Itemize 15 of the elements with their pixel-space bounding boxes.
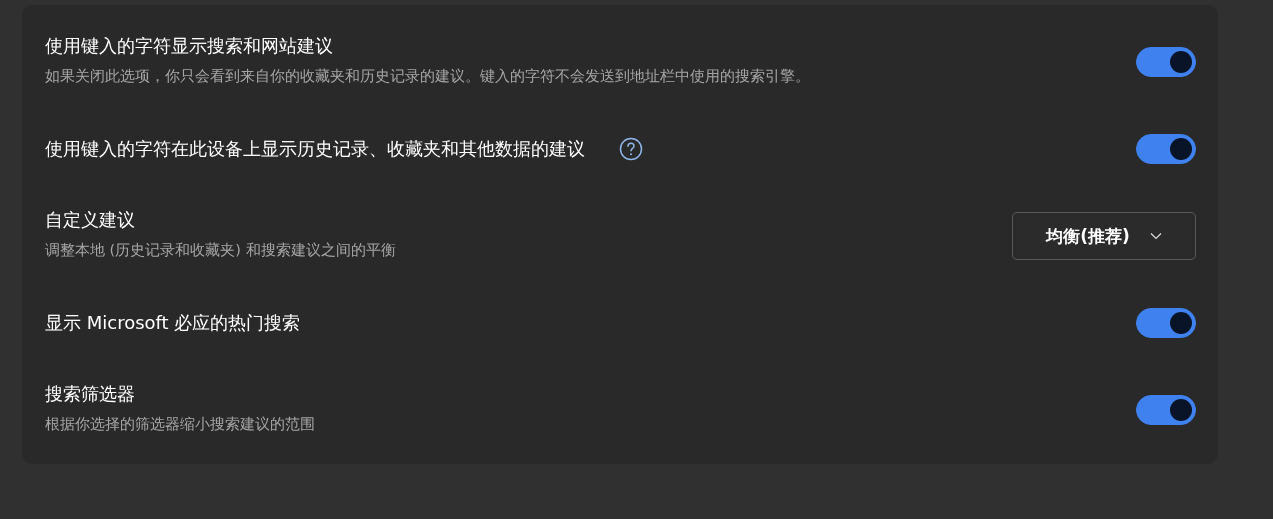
dropdown[interactable]: 均衡(推荐) <box>1012 212 1196 260</box>
setting-title: 使用键入的字符在此设备上显示历史记录、收藏夹和其他数据的建议 <box>45 137 585 161</box>
toggle-switch[interactable] <box>1136 47 1196 77</box>
setting-description: 根据你选择的筛选器缩小搜索建议的范围 <box>45 415 315 434</box>
help-icon[interactable] <box>619 137 643 161</box>
setting-description: 调整本地 (历史记录和收藏夹) 和搜索建议之间的平衡 <box>45 241 396 260</box>
chevron-down-icon <box>1149 232 1162 240</box>
setting-description: 如果关闭此选项，你只会看到来自你的收藏夹和历史记录的建议。键入的字符不会发送到地址栏中使用的搜索引擎。 <box>45 67 810 86</box>
setting-title: 使用键入的字符显示搜索和网站建议 <box>45 34 333 58</box>
setting-title: 搜索筛选器 <box>45 382 135 406</box>
toggle-switch[interactable] <box>1136 395 1196 425</box>
setting-title: 自定义建议 <box>45 208 135 232</box>
setting-title: 显示 Microsoft 必应的热门搜索 <box>45 311 301 335</box>
toggle-switch[interactable] <box>1136 134 1196 164</box>
toggle-switch[interactable] <box>1136 308 1196 338</box>
